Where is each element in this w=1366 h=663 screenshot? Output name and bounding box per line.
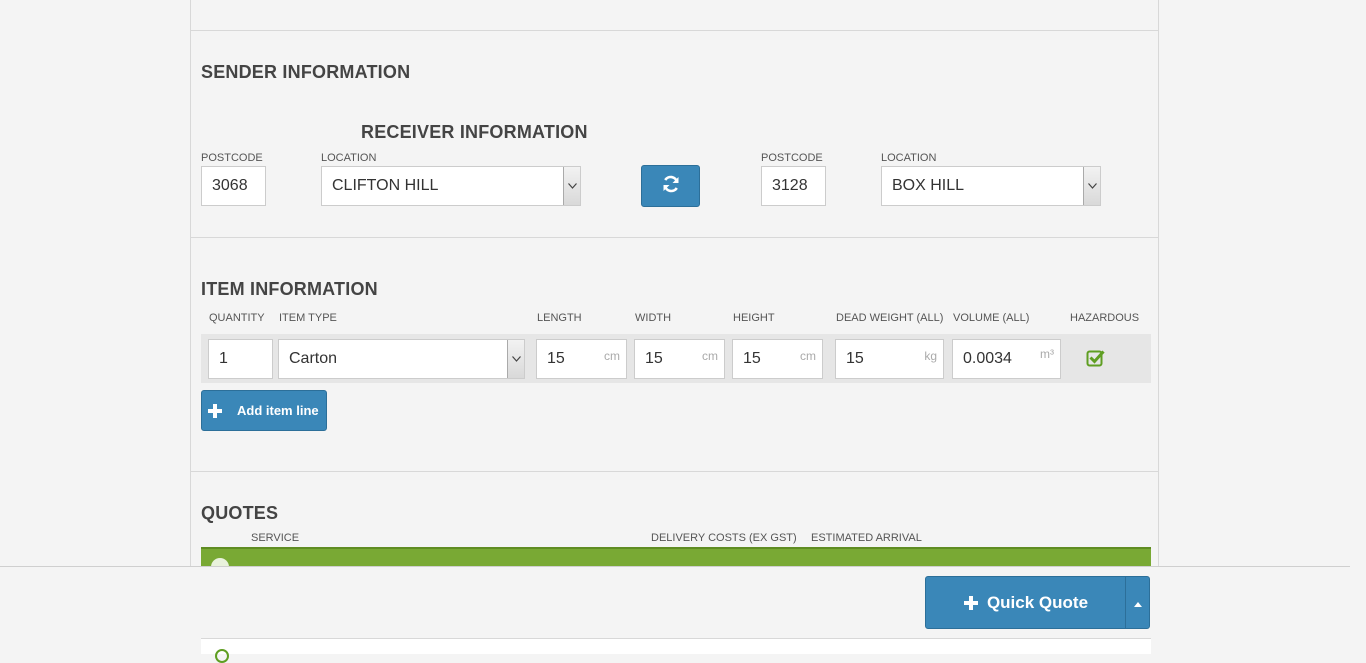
sender-location-value: CLIFTON HILL (332, 177, 439, 194)
chevron-down-icon (507, 340, 524, 378)
divider (190, 471, 1159, 472)
estimated-arrival-header: ESTIMATED ARRIVAL (811, 532, 922, 544)
item-section-title: ITEM INFORMATION (201, 279, 378, 299)
receiver-location-select[interactable]: BOX HILL (881, 166, 1101, 206)
width-value: 15 (645, 350, 663, 367)
width-header: WIDTH (635, 312, 672, 324)
sender-location-select[interactable]: CLIFTON HILL (321, 166, 581, 206)
volume-value: 0.0034 (963, 350, 1012, 367)
receiver-postcode-label: POSTCODE (761, 152, 823, 164)
height-value: 15 (743, 350, 761, 367)
length-input[interactable]: 15 cm (536, 339, 627, 379)
radio-icon (215, 649, 229, 663)
receiver-location-label: LOCATION (881, 152, 937, 164)
height-header: HEIGHT (733, 312, 775, 324)
volume-header: VOLUME (ALL) (953, 312, 1030, 324)
volume-input[interactable]: 0.0034 m³ (952, 339, 1061, 379)
sender-section-title: SENDER INFORMATION (201, 62, 411, 82)
dead-weight-input[interactable]: 15 kg (835, 339, 944, 379)
item-type-select[interactable]: Carton (278, 339, 525, 379)
caret-up-icon (1133, 594, 1142, 612)
quantity-input[interactable]: 1 (208, 339, 273, 379)
dead-weight-value: 15 (846, 350, 864, 367)
length-value: 15 (547, 350, 565, 367)
height-input[interactable]: 15 cm (732, 339, 823, 379)
plus-icon (207, 403, 223, 419)
refresh-icon (661, 174, 681, 199)
sender-postcode-label: POSTCODE (201, 152, 263, 164)
divider (190, 30, 1159, 31)
hazardous-header: HAZARDOUS (1070, 312, 1140, 324)
receiver-postcode-input[interactable]: 3128 (761, 166, 826, 206)
quote-row-partial (201, 639, 1151, 663)
hazardous-checkbox[interactable] (1086, 349, 1106, 367)
width-input[interactable]: 15 cm (634, 339, 725, 379)
add-item-line-label: Add item line (237, 403, 319, 418)
dead-weight-unit: kg (924, 349, 937, 363)
quick-quote-label: Quick Quote (986, 592, 1089, 612)
volume-unit: m³ (1040, 347, 1054, 361)
item-type-value: Carton (289, 350, 338, 367)
width-unit: cm (702, 349, 718, 363)
chevron-down-icon (563, 167, 580, 205)
length-unit: cm (604, 349, 620, 363)
quotes-section-title: QUOTES (201, 503, 279, 523)
radio-selected-icon (211, 558, 229, 566)
sender-postcode-value: 3068 (212, 177, 248, 194)
swap-locations-button[interactable] (641, 165, 700, 207)
quantity-header: QUANTITY (209, 312, 265, 324)
dead-weight-header: DEAD WEIGHT (ALL) (836, 312, 944, 324)
receiver-section-title: RECEIVER INFORMATION (361, 122, 588, 142)
add-item-line-button[interactable]: Add item line (201, 390, 327, 431)
quick-quote-button[interactable]: Quick Quote (925, 576, 1126, 629)
checkbox-checked-icon (1086, 350, 1106, 371)
sender-postcode-input[interactable]: 3068 (201, 166, 266, 206)
sender-location-label: LOCATION (321, 152, 377, 164)
receiver-location-value: BOX HILL (892, 177, 965, 194)
quick-quote-dropdown-button[interactable] (1125, 576, 1150, 629)
item-type-header: ITEM TYPE (279, 312, 337, 324)
plus-icon (963, 595, 979, 611)
chevron-down-icon (1083, 167, 1100, 205)
receiver-postcode-value: 3128 (772, 177, 808, 194)
length-header: LENGTH (537, 312, 582, 324)
height-unit: cm (800, 349, 816, 363)
quantity-value: 1 (219, 350, 228, 367)
service-header: SERVICE (251, 532, 300, 544)
delivery-costs-header: DELIVERY COSTS (EX GST) (651, 532, 797, 544)
divider (190, 237, 1159, 238)
selected-quote-row[interactable] (201, 547, 1151, 566)
